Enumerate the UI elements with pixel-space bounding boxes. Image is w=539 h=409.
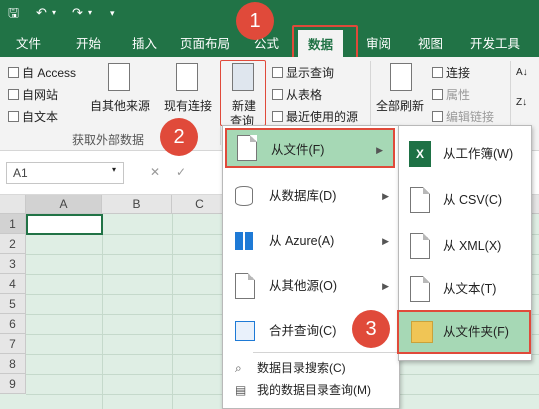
submenu-arrow-icon: ▶ (382, 236, 389, 246)
row-header[interactable]: 8 (0, 354, 26, 374)
existing-connections-icon (176, 63, 198, 91)
text-file-icon (410, 276, 430, 302)
callout-badge-3: 3 (352, 310, 390, 348)
gridline (172, 214, 173, 409)
menu-item-from-xml[interactable]: 从 XML(X) (399, 226, 531, 266)
new-query-menu: 从文件(F) ▶ 从数据库(D) ▶ 从 Azure(A) ▶ 从其他源(O) … (222, 125, 400, 409)
submenu-arrow-icon: ▶ (382, 191, 389, 201)
chevron-down-icon[interactable]: ▾ (52, 5, 56, 21)
xml-file-icon (410, 233, 430, 259)
undo-icon[interactable]: ↶ (36, 5, 47, 21)
cancel-icon[interactable]: ✕ (150, 165, 160, 179)
row-header[interactable]: 6 (0, 314, 26, 334)
properties-icon (432, 89, 443, 100)
callout-badge-1: 1 (236, 2, 274, 40)
refresh-all-button[interactable]: 全部刷新 (376, 97, 424, 114)
recent-sources-button[interactable]: 最近使用的源 (272, 108, 358, 125)
tab-page-layout[interactable]: 页面布局 (180, 33, 230, 52)
other-sources-button[interactable]: 自其他来源 (90, 97, 150, 114)
gridline (102, 214, 103, 409)
from-web-button[interactable]: 自网站 (8, 86, 58, 103)
menu-item-from-folder[interactable]: 从文件夹(F) (397, 310, 531, 354)
connections-button[interactable]: 连接 (432, 64, 470, 81)
table-icon (272, 67, 283, 78)
select-all-corner[interactable] (0, 195, 26, 214)
chevron-down-icon[interactable]: ▾ (88, 5, 92, 21)
sort-az-icon[interactable]: A↓ (516, 67, 528, 78)
row-header[interactable]: 7 (0, 334, 26, 354)
column-header[interactable]: A (26, 195, 102, 214)
menu-divider (253, 352, 399, 353)
excel-icon: X (409, 141, 431, 167)
text-file-icon (8, 111, 19, 122)
existing-connections-button[interactable]: 现有连接 (164, 97, 212, 114)
database-icon (235, 186, 253, 206)
name-box-dropdown-icon[interactable]: ▾ (112, 165, 116, 174)
menu-item-catalog-search[interactable]: ⌕ 数据目录搜索(C) (223, 358, 399, 378)
tab-review[interactable]: 审阅 (366, 33, 391, 52)
submenu-arrow-icon: ▶ (376, 145, 383, 155)
properties-button[interactable]: 属性 (432, 86, 470, 103)
callout-badge-2: 2 (160, 118, 198, 156)
windows-icon (235, 232, 253, 250)
row-header[interactable]: 9 (0, 374, 26, 394)
redo-icon[interactable]: ↷ (72, 5, 83, 21)
menu-item-from-file[interactable]: 从文件(F) ▶ (225, 128, 395, 168)
menu-item-from-workbook[interactable]: X 从工作簿(W) (399, 134, 531, 174)
row-header[interactable]: 3 (0, 254, 26, 274)
file-icon (237, 135, 257, 161)
sort-za-icon[interactable]: Z↓ (516, 97, 527, 108)
active-cell-a1[interactable] (26, 214, 103, 235)
show-queries-button[interactable]: 显示查询 (272, 64, 334, 81)
from-access-button[interactable]: 自 Access (8, 64, 76, 81)
catalog-icon: ▤ (235, 383, 247, 397)
edit-links-button[interactable]: 编辑链接 (432, 108, 494, 125)
row-header[interactable]: 4 (0, 274, 26, 294)
csv-file-icon (410, 187, 430, 213)
tab-view[interactable]: 视图 (418, 33, 443, 52)
name-box[interactable]: A1 (6, 162, 124, 184)
menu-item-from-other-sources[interactable]: 从其他源(O) ▶ (223, 266, 399, 306)
connections-icon (432, 67, 443, 78)
menu-item-from-text[interactable]: 从文本(T) (399, 269, 531, 309)
tab-insert[interactable]: 插入 (132, 33, 157, 52)
from-text-button[interactable]: 自文本 (8, 108, 58, 125)
customize-qat-icon[interactable]: ▾ (110, 5, 115, 21)
access-icon (8, 67, 19, 78)
folder-icon (411, 321, 433, 343)
new-query-highlight (220, 60, 266, 126)
save-icon[interactable]: 🖫 (8, 5, 19, 21)
menu-item-from-database[interactable]: 从数据库(D) ▶ (223, 176, 399, 216)
clock-icon (272, 111, 283, 122)
row-header[interactable]: 2 (0, 234, 26, 254)
row-header[interactable]: 5 (0, 294, 26, 314)
menu-item-from-csv[interactable]: 从 CSV(C) (399, 180, 531, 220)
data-tab-highlight (292, 25, 358, 59)
other-sources-icon (235, 273, 255, 299)
tab-home[interactable]: 开始 (76, 33, 101, 52)
combine-icon (235, 321, 255, 341)
edit-links-icon (432, 111, 443, 122)
column-header[interactable]: C (172, 195, 228, 214)
group-label-get-external: 获取外部数据 (72, 133, 145, 147)
submenu-arrow-icon: ▶ (382, 281, 389, 291)
search-icon: ⌕ (235, 361, 242, 375)
tab-file[interactable]: 文件 (16, 33, 41, 52)
table-icon (272, 89, 283, 100)
from-table-button[interactable]: 从表格 (272, 86, 322, 103)
other-sources-icon (108, 63, 130, 91)
tab-developer[interactable]: 开发工具 (470, 33, 520, 52)
menu-item-from-azure[interactable]: 从 Azure(A) ▶ (223, 221, 399, 261)
column-header[interactable]: B (102, 195, 172, 214)
web-icon (8, 89, 19, 100)
from-file-submenu: X 从工作簿(W) 从 CSV(C) 从 XML(X) 从文本(T) 从文件夹(… (397, 125, 532, 361)
row-header[interactable]: 1 (0, 214, 26, 234)
refresh-icon (390, 63, 412, 91)
enter-icon[interactable]: ✓ (176, 165, 186, 179)
menu-item-my-catalog-queries[interactable]: ▤ 我的数据目录查询(M) (223, 380, 399, 400)
